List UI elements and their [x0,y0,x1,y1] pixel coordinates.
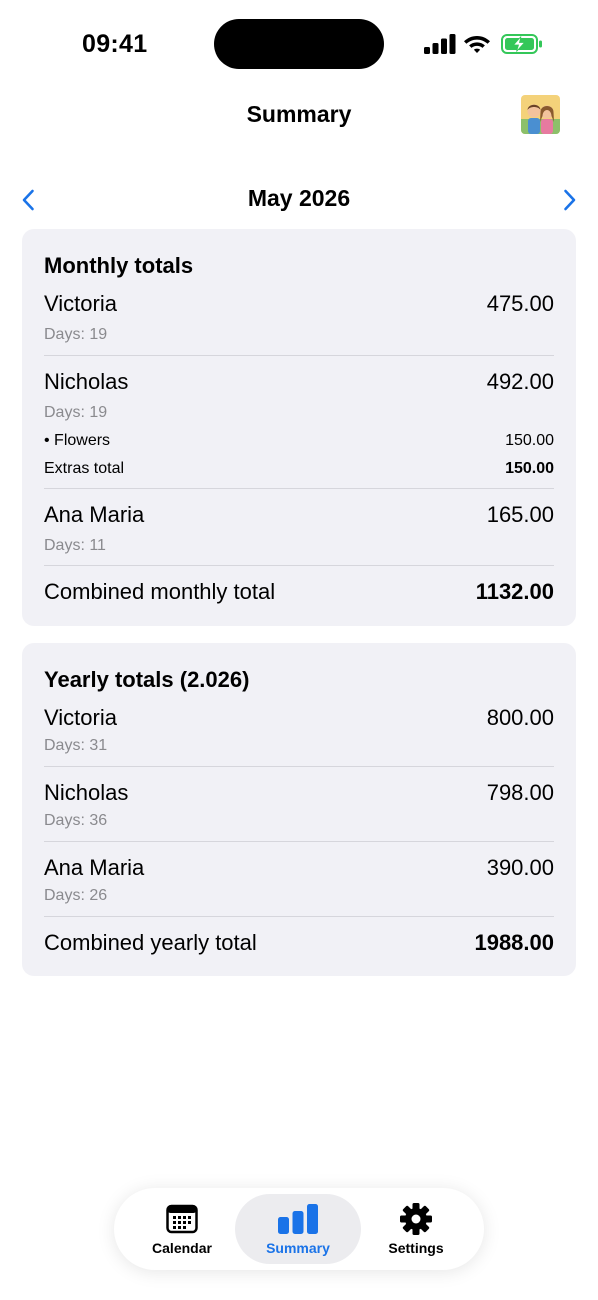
person-name: Ana Maria [44,855,145,880]
person-amount: 165.00 [486,502,554,527]
divider [44,766,554,767]
person-amount: 800.00 [486,705,554,730]
person-days: Days: 31 [44,737,108,754]
current-month-label: May 2026 [247,185,351,211]
extra-item-amount: 150.00 [505,432,554,449]
tab-calendar[interactable]: Calendar [120,1188,244,1270]
tab-settings[interactable]: Settings [354,1188,478,1270]
person-amount: 492.00 [486,369,554,394]
page-title: Summary [246,101,352,127]
divider [44,355,554,356]
yearly-totals-heading: Yearly totals (2.026) [44,667,250,692]
person-amount: 798.00 [486,780,554,805]
person-days: Days: 36 [44,812,108,829]
extras-total-label: Extras total [44,460,125,477]
wifi-icon [463,32,491,59]
avatar[interactable] [521,95,560,134]
divider [44,565,554,566]
calendar-icon [166,1204,198,1239]
bar-chart-icon [277,1204,319,1239]
extra-item-label: • Flowers [44,432,111,449]
person-name: Victoria [44,291,117,316]
person-name: Nicholas [44,369,129,394]
person-days: Days: 26 [44,887,108,904]
combined-total-label: Combined monthly total [44,579,276,604]
divider [44,916,554,917]
yearly-totals-card: Yearly totals (2.026) Victoria 800.00 Da… [22,643,576,976]
divider [44,488,554,489]
person-name: Nicholas [44,780,129,805]
cellular-signal-icon [424,34,456,59]
person-days: Days: 19 [44,404,108,421]
gear-icon [399,1203,433,1241]
tab-summary-label: Summary [266,1240,330,1256]
divider [44,841,554,842]
person-days: Days: 19 [44,326,108,343]
tab-calendar-label: Calendar [152,1240,212,1256]
dynamic-island [214,19,384,69]
person-amount: 390.00 [486,855,554,880]
tab-summary[interactable]: Summary [235,1188,361,1270]
tab-settings-label: Settings [388,1240,444,1256]
combined-total-value: 1988.00 [474,930,554,955]
person-amount: 475.00 [486,291,554,316]
status-time: 09:41 [82,30,148,58]
person-name: Ana Maria [44,502,145,527]
combined-total-label: Combined yearly total [44,930,257,955]
chevron-right-icon [564,189,576,211]
battery-charging-icon [501,34,543,59]
next-month-button[interactable] [556,187,582,213]
tab-bar: Calendar Summary Settings [114,1188,484,1270]
person-days: Days: 11 [44,537,106,554]
combined-total-value: 1132.00 [475,579,554,604]
monthly-totals-card: Monthly totals Victoria 475.00 Days: 19 … [22,229,576,626]
extras-total-value: 150.00 [505,460,554,477]
person-name: Victoria [44,705,117,730]
monthly-totals-heading: Monthly totals [44,253,194,278]
